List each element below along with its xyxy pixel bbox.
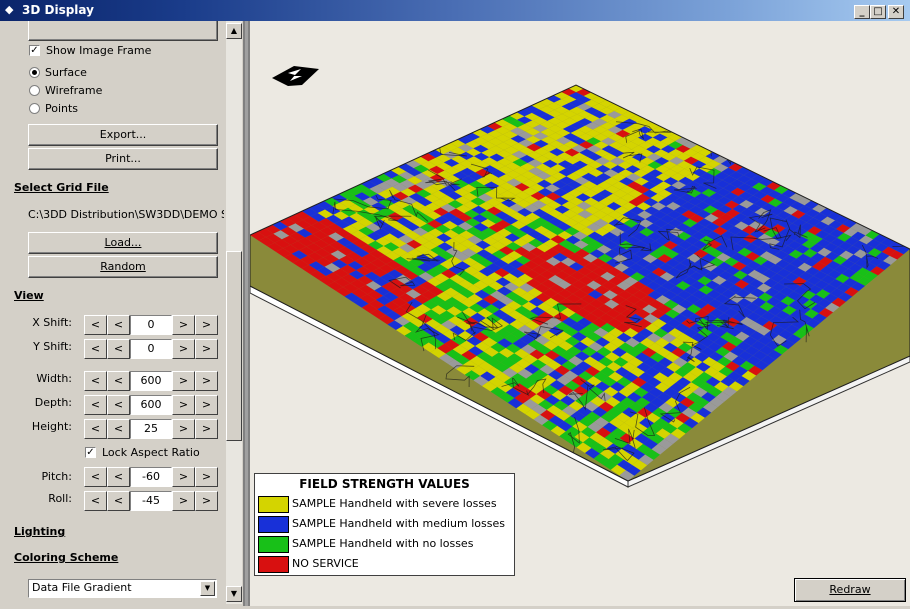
depth-fast-decrease[interactable]: <	[84, 395, 107, 415]
width-fast-decrease[interactable]: <	[84, 371, 107, 391]
x-shift-field[interactable]: 0	[130, 315, 172, 335]
height-field[interactable]: 25	[130, 419, 172, 439]
pitch-field[interactable]: -60	[130, 467, 172, 487]
y-shift-fast-increase[interactable]: >	[195, 339, 218, 359]
surface-label: Surface	[45, 66, 87, 79]
height-decrease[interactable]: <	[107, 419, 130, 439]
north-arrow-icon	[272, 66, 319, 86]
redraw-button[interactable]: Redraw	[794, 578, 906, 602]
y-shift-label: Y Shift:	[33, 340, 72, 353]
x-shift-fast-decrease[interactable]: <	[84, 315, 107, 335]
legend-swatch-severe	[258, 496, 289, 513]
legend-label-no-service: NO SERVICE	[292, 557, 359, 570]
x-shift-label: X Shift:	[32, 316, 72, 329]
y-shift-increase[interactable]: >	[172, 339, 195, 359]
lock-aspect-ratio-label: Lock Aspect Ratio	[102, 446, 200, 459]
field-strength-legend: FIELD STRENGTH VALUES SAMPLE Handheld wi…	[254, 473, 515, 576]
title-bar[interactable]: ◆ 3D Display _ □ ✕	[0, 0, 910, 21]
wireframe-label: Wireframe	[45, 84, 103, 97]
y-shift-decrease[interactable]: <	[107, 339, 130, 359]
roll-fast-decrease[interactable]: <	[84, 491, 107, 511]
legend-label-medium: SAMPLE Handheld with medium losses	[292, 517, 505, 530]
clipped-control[interactable]	[28, 21, 218, 41]
close-button[interactable]: ✕	[888, 5, 904, 19]
x-shift-fast-increase[interactable]: >	[195, 315, 218, 335]
3d-display-window: ◆ 3D Display _ □ ✕ ✓ Show Image Frame Su…	[0, 0, 910, 606]
height-fast-increase[interactable]: >	[195, 419, 218, 439]
3d-surface	[250, 85, 910, 481]
roll-decrease[interactable]: <	[107, 491, 130, 511]
width-field[interactable]: 600	[130, 371, 172, 391]
depth-decrease[interactable]: <	[107, 395, 130, 415]
scroll-down-icon[interactable]: ▼	[226, 586, 242, 602]
coloring-scheme-title[interactable]: Coloring Scheme	[14, 551, 118, 564]
legend-swatch-no-losses	[258, 536, 289, 553]
width-label: Width:	[36, 372, 72, 385]
y-shift-field[interactable]: 0	[130, 339, 172, 359]
coloring-scheme-select[interactable]: Data File Gradient ▼	[28, 579, 217, 598]
points-label: Points	[45, 102, 79, 115]
height-increase[interactable]: >	[172, 419, 195, 439]
legend-swatch-no-service	[258, 556, 289, 573]
roll-fast-increase[interactable]: >	[195, 491, 218, 511]
pitch-decrease[interactable]: <	[107, 467, 130, 487]
lock-aspect-ratio-checkbox[interactable]: ✓	[85, 447, 96, 458]
y-shift-fast-decrease[interactable]: <	[84, 339, 107, 359]
random-button[interactable]: Random	[28, 256, 218, 278]
height-label: Height:	[31, 420, 72, 433]
pitch-fast-increase[interactable]: >	[195, 467, 218, 487]
coloring-scheme-value: Data File Gradient	[32, 581, 132, 594]
x-shift-decrease[interactable]: <	[107, 315, 130, 335]
points-radio[interactable]	[29, 103, 40, 114]
legend-swatch-medium	[258, 516, 289, 533]
roll-increase[interactable]: >	[172, 491, 195, 511]
height-fast-decrease[interactable]: <	[84, 419, 107, 439]
roll-field[interactable]: -45	[130, 491, 172, 511]
select-grid-file-title[interactable]: Select Grid File	[14, 181, 109, 194]
legend-title: FIELD STRENGTH VALUES	[299, 477, 470, 491]
panel-scrollbar[interactable]: ▲ ▼	[226, 21, 242, 604]
width-decrease[interactable]: <	[107, 371, 130, 391]
depth-label: Depth:	[34, 396, 72, 409]
scroll-thumb[interactable]	[226, 251, 242, 441]
show-image-frame-checkbox[interactable]: ✓	[29, 45, 40, 56]
depth-fast-increase[interactable]: >	[195, 395, 218, 415]
pitch-label: Pitch:	[41, 470, 73, 483]
minimize-button[interactable]: _	[854, 5, 870, 19]
app-diamond-icon: ◆	[5, 3, 14, 16]
settings-panel: ✓ Show Image Frame Surface Wireframe Poi…	[0, 21, 243, 606]
width-fast-increase[interactable]: >	[195, 371, 218, 391]
grid-file-path: C:\3DD Distribution\SW3DD\DEMO SA	[28, 208, 224, 221]
legend-label-no-losses: SAMPLE Handheld with no losses	[292, 537, 474, 550]
view-title[interactable]: View	[14, 289, 44, 302]
depth-field[interactable]: 600	[130, 395, 172, 415]
scroll-up-icon[interactable]: ▲	[226, 23, 242, 39]
surface-radio[interactable]	[29, 67, 40, 78]
maximize-button[interactable]: □	[870, 5, 886, 19]
lighting-title[interactable]: Lighting	[14, 525, 65, 538]
width-increase[interactable]: >	[172, 371, 195, 391]
wireframe-radio[interactable]	[29, 85, 40, 96]
export-button[interactable]: Export...	[28, 124, 218, 146]
print-button[interactable]: Print...	[28, 148, 218, 170]
pitch-increase[interactable]: >	[172, 467, 195, 487]
window-title: 3D Display	[22, 3, 94, 17]
show-image-frame-label: Show Image Frame	[46, 44, 152, 57]
depth-increase[interactable]: >	[172, 395, 195, 415]
legend-label-severe: SAMPLE Handheld with severe losses	[292, 497, 497, 510]
dropdown-arrow-icon[interactable]: ▼	[200, 581, 215, 596]
x-shift-increase[interactable]: >	[172, 315, 195, 335]
roll-label: Roll:	[48, 492, 72, 505]
pitch-fast-decrease[interactable]: <	[84, 467, 107, 487]
load-button[interactable]: Load...	[28, 232, 218, 254]
redraw-label: Redraw	[829, 583, 871, 596]
splitter[interactable]	[243, 21, 250, 606]
